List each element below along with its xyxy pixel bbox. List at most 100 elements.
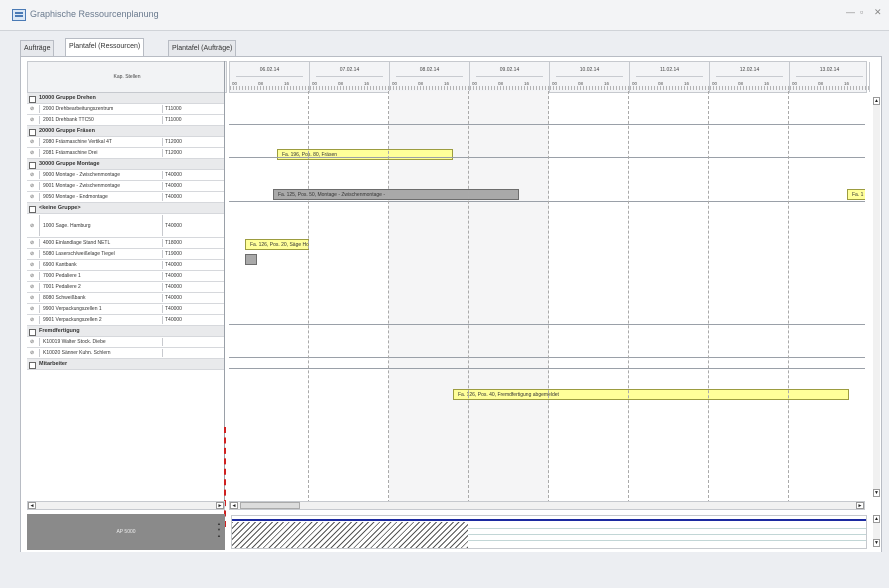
resource-code: T12000 [165, 139, 182, 145]
day-label: 13.02.14 [819, 67, 840, 73]
capacity-arrows[interactable]: ▲ ▼ ▲ [217, 521, 221, 539]
resource-row[interactable]: ⊘ 9901 Verpackungszellen 2 T40000 [27, 315, 225, 326]
resource-row[interactable]: ⊘ 2000 Drehbearbeitungszentrum T11000 [27, 104, 225, 115]
close-button[interactable]: ✕ [874, 7, 882, 18]
task-bar[interactable]: Fa. 125, Pos. 50, Montage - Zwischenmont… [273, 189, 519, 200]
task-bar[interactable]: Fa. 1 [847, 189, 865, 200]
resource-icon: ⊘ [30, 150, 35, 156]
title-bar: Graphische Ressourcenplanung — ▫ ✕ [0, 0, 889, 31]
scroll-left-icon[interactable]: ◄ [230, 502, 238, 509]
maximize-button[interactable]: ▫ [860, 7, 863, 17]
resource-code: T11000 [165, 106, 182, 112]
collapse-icon[interactable] [29, 362, 36, 369]
resource-row[interactable]: ⊘ 7000 Pedaliere 1 T40000 [27, 271, 225, 282]
resource-code: T40000 [165, 284, 182, 290]
resource-row[interactable]: ⊘ 9050 Montage - Endmontage T40000 [27, 192, 225, 203]
tab-plantafel-ressourcen[interactable]: Plantafel (Ressourcen) [65, 38, 145, 57]
scroll-thumb[interactable] [240, 502, 300, 509]
resource-name: 7001 Pedaliere 2 [43, 284, 81, 290]
resource-icon: ⊘ [30, 183, 35, 189]
resource-row[interactable]: ⊘ 2081 Fräsmaschine Drei T12000 [27, 148, 225, 159]
group-label: 10000 Gruppe Drehen [39, 95, 96, 101]
vertical-scrollbar[interactable]: ▲ ▼ [873, 97, 880, 497]
capacity-line [232, 519, 866, 521]
resource-row[interactable]: ⊘ 2001 Drehbank TTC50 T11000 [27, 115, 225, 126]
scroll-up-icon[interactable]: ▲ [873, 515, 880, 523]
day-gridline [308, 91, 309, 503]
day-label: 11.02.14 [659, 67, 680, 73]
tab-auftraege[interactable]: Aufträge [20, 40, 55, 56]
scroll-right-icon[interactable]: ► [216, 502, 224, 509]
task-bar[interactable]: Fa. 196, Pos. 80, Fräsen [277, 149, 453, 160]
group-header[interactable]: 10000 Gruppe Drehen [27, 93, 225, 104]
resource-row[interactable]: ⊘ 9000 Montage - Zwischenmontage T40000 [27, 170, 225, 181]
resource-icon: ⊘ [30, 317, 35, 323]
resource-name: 9901 Verpackungszellen 2 [43, 317, 102, 323]
day-gridline [548, 91, 549, 503]
scroll-right-icon[interactable]: ► [856, 502, 864, 509]
day-label: 12.02.14 [739, 67, 760, 73]
resource-icon: ⊘ [30, 295, 35, 301]
resource-code: T40000 [165, 183, 182, 189]
weekend-shade [469, 91, 549, 503]
tab-plantafel-auftraege[interactable]: Plantafel (Aufträge) [168, 40, 237, 56]
group-header[interactable]: 30000 Gruppe Montage [27, 159, 225, 170]
day-column-header: 12.02.14 00 08 16 [710, 62, 790, 92]
collapse-icon[interactable] [29, 129, 36, 136]
group-separator [229, 157, 865, 158]
resource-row[interactable]: ⊘ 6900 Kantbank T40000 [27, 260, 225, 271]
minimize-button[interactable]: — [846, 7, 855, 17]
collapse-icon[interactable] [29, 96, 36, 103]
resource-row[interactable]: ⊘ 9900 Verpackungszellen 1 T40000 [27, 304, 225, 315]
resource-row[interactable]: ⊘ K10020 Sänner Kuhn. Schlern [27, 348, 225, 359]
resource-row[interactable]: ⊘ 5080 Lasersch/weißelage Tiegel T19000 [27, 249, 225, 260]
collapse-icon[interactable] [29, 162, 36, 169]
task-bar-small[interactable] [245, 254, 257, 265]
day-label: 07.02.14 [339, 67, 360, 73]
planning-board: Kap. Stellen 10000 Gruppe Drehen ⊘ 2000 Dr… [20, 56, 882, 554]
resource-column-header: Kap. Stellen [27, 61, 227, 93]
scroll-left-icon[interactable]: ◄ [28, 502, 36, 509]
capacity-label: AP 5000 [27, 514, 225, 550]
group-separator [229, 357, 865, 358]
resource-row[interactable]: ⊘ K10019 Walter Stock. Diebe [27, 337, 225, 348]
day-column-header: 11.02.14 00 08 16 [630, 62, 710, 92]
gantt-area[interactable]: Fa. 196, Pos. 80, Fräsen Fa. 125, Pos. 5… [229, 91, 865, 503]
day-column-header: 07.02.14 00 08 16 [310, 62, 390, 92]
resource-row[interactable]: ⊘ 7001 Pedaliere 2 T40000 [27, 282, 225, 293]
day-gridline [628, 91, 629, 503]
resource-row[interactable]: ⊘ 4000 Einlandlage Stand NETL T18000 [27, 238, 225, 249]
group-label: 30000 Gruppe Montage [39, 161, 100, 167]
group-header[interactable]: 20000 Gruppe Fräsen [27, 126, 225, 137]
resource-row[interactable]: ⊘ 2080 Fräsmaschine Vertikal 4T T12000 [27, 137, 225, 148]
resource-row[interactable]: ⊘ 9001 Montage - Zwischenmontage T40000 [27, 181, 225, 192]
resource-code: T40000 [165, 262, 182, 268]
resource-name: 5080 Lasersch/weißelage Tiegel [43, 251, 115, 257]
resource-code: T40000 [165, 306, 182, 312]
group-header[interactable]: Mitarbeiter [27, 359, 225, 370]
capacity-scrollbar[interactable]: ▲ ▼ [873, 515, 880, 547]
gantt-horizontal-scrollbar[interactable]: ◄ ► [229, 501, 865, 510]
task-bar[interactable]: Fa. 126, Pos. 20, Säge Hol [245, 239, 309, 250]
resource-code: T19000 [165, 251, 182, 257]
scroll-down-icon[interactable]: ▼ [873, 489, 880, 497]
resource-row[interactable]: ⊘ 1000 Sage. Hamburg T40000 [27, 214, 225, 238]
scroll-up-icon[interactable]: ▲ [873, 97, 880, 105]
capacity-chart [231, 515, 867, 549]
resource-name: 2080 Fräsmaschine Vertikal 4T [43, 139, 112, 145]
scroll-down-icon[interactable]: ▼ [873, 539, 880, 547]
group-header[interactable]: Fremdfertigung [27, 326, 225, 337]
status-area [0, 552, 889, 588]
collapse-icon[interactable] [29, 206, 36, 213]
collapse-icon[interactable] [29, 329, 36, 336]
resource-name: K10020 Sänner Kuhn. Schlern [43, 350, 111, 356]
group-header[interactable]: <keine Gruppe> [27, 203, 225, 214]
resource-name: 2000 Drehbearbeitungszentrum [43, 106, 114, 112]
task-bar[interactable]: Fa. 126, Pos. 40, Fremdfertigung abgemel… [453, 389, 849, 400]
resource-icon: ⊘ [30, 139, 35, 145]
group-label: 20000 Gruppe Fräsen [39, 128, 95, 134]
resource-code: T11000 [165, 117, 182, 123]
resource-icon: ⊘ [30, 223, 35, 229]
left-horizontal-scrollbar[interactable]: ◄ ► [27, 501, 225, 510]
resource-row[interactable]: ⊘ 8080 Schweißbank T40000 [27, 293, 225, 304]
